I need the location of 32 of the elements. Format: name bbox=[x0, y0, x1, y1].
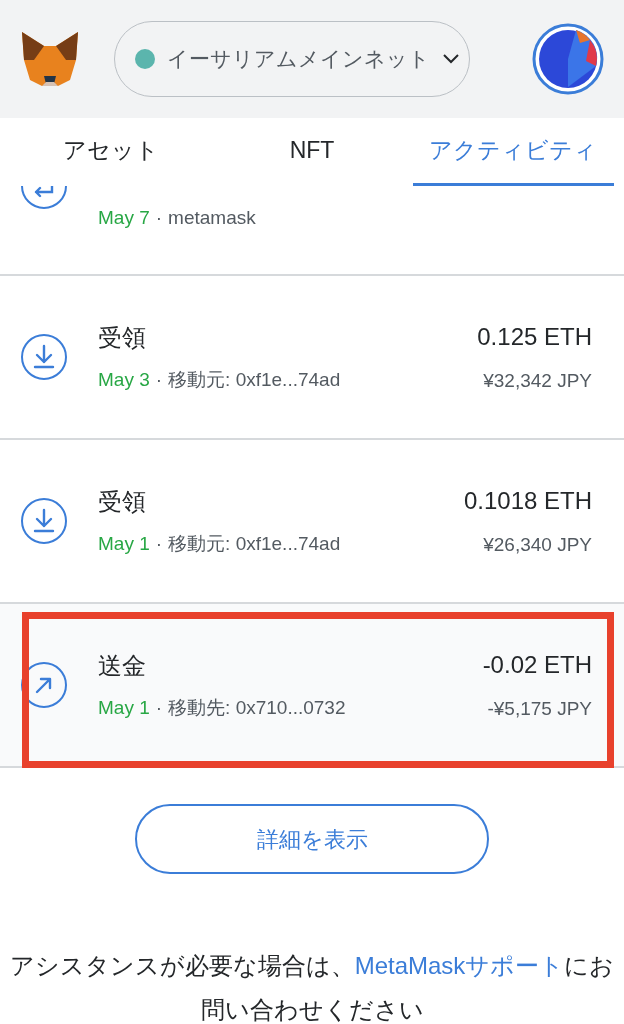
view-more-button[interactable]: 詳細を表示 bbox=[135, 804, 489, 874]
fox-logo bbox=[20, 30, 80, 88]
transaction-detail: 移動元: 0xf1e...74ad bbox=[168, 531, 341, 556]
fiat-amount: ¥26,340 JPY bbox=[483, 532, 592, 557]
separator-dot: · bbox=[155, 695, 163, 720]
transaction-amount: 0.1018 ETH bbox=[463, 485, 592, 516]
help-text: アシスタンスが必要な場合は、MetaMaskサポート にお問い合わせください bbox=[8, 951, 616, 1024]
chevron-down-icon bbox=[442, 53, 460, 65]
transaction-detail: 移動元: 0xf1e...74ad bbox=[168, 367, 341, 392]
tab[interactable]: NFT bbox=[211, 118, 413, 186]
transaction-title: 受領 bbox=[98, 322, 147, 353]
separator-dot: · bbox=[155, 367, 163, 392]
download-icon bbox=[20, 497, 68, 545]
account-avatar[interactable] bbox=[532, 23, 604, 95]
transaction-amount: -0.02 ETH bbox=[482, 649, 592, 680]
fiat-amount: ¥32,342 JPY bbox=[483, 368, 592, 393]
separator-dot: · bbox=[155, 531, 163, 556]
transaction-date: May 3 bbox=[98, 367, 150, 392]
tab[interactable]: アセット bbox=[10, 118, 212, 186]
transaction-date: May 7 bbox=[98, 206, 150, 230]
separator-dot: · bbox=[155, 206, 163, 230]
transaction-row[interactable]: 送金 May 1 · 移動先: 0x710...0732 -0.02 ETH -¥5,175 JPY bbox=[0, 604, 624, 768]
transaction-date: May 1 bbox=[98, 531, 150, 556]
transaction-title: 送金 bbox=[98, 650, 147, 681]
support-link[interactable]: MetaMaskサポート bbox=[354, 952, 565, 979]
download-icon bbox=[20, 333, 68, 381]
transaction-detail: metamask bbox=[168, 206, 256, 230]
transaction-detail: 移動先: 0x710...0732 bbox=[168, 695, 346, 720]
transaction-title: 受領 bbox=[98, 486, 147, 517]
transaction-date: May 1 bbox=[98, 695, 150, 720]
transaction-amount: 0.125 ETH bbox=[477, 321, 592, 352]
fiat-amount: -¥5,175 JPY bbox=[487, 696, 592, 721]
